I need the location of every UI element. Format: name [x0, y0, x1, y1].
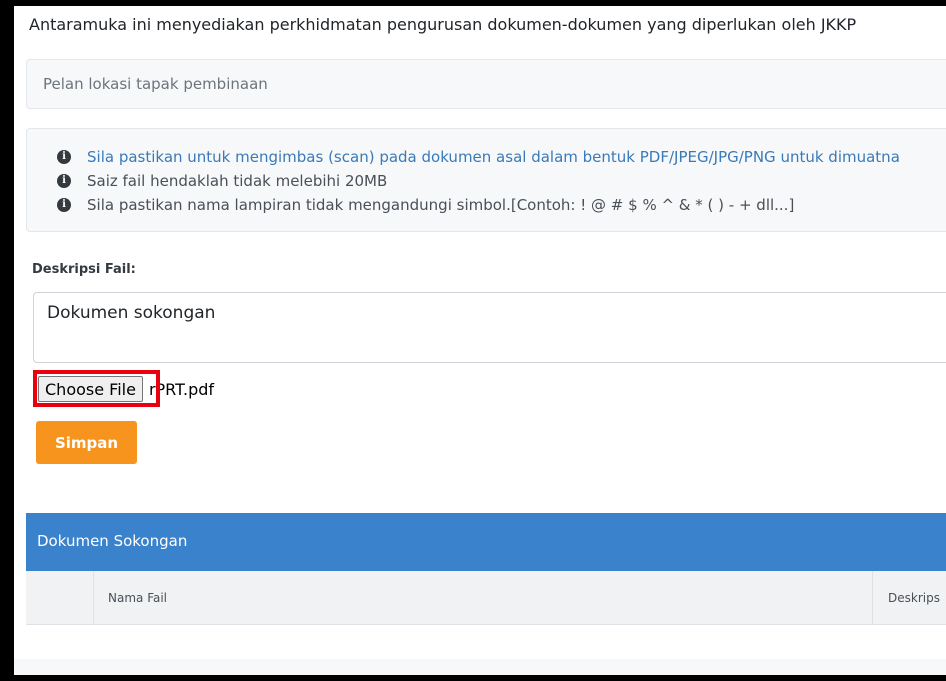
column-divider	[872, 571, 873, 624]
info-circle-icon: i	[57, 198, 71, 212]
info-alert: i Sila pastikan untuk mengimbas (scan) p…	[26, 128, 946, 232]
info-line: i Sila pastikan untuk mengimbas (scan) p…	[57, 148, 900, 166]
selected-file-name: rPRT.pdf	[148, 379, 215, 399]
bottom-strip	[14, 659, 946, 675]
info-circle-icon: i	[57, 174, 71, 188]
column-header-nama-fail[interactable]: Nama Fail	[108, 591, 167, 605]
column-header-deskripsi[interactable]: Deskrips	[888, 591, 940, 605]
info-circle-icon: i	[57, 150, 71, 164]
table-header-row: Nama Fail Deskrips	[26, 571, 946, 625]
intro-text: Antaramuka ini menyediakan perkhidmatan …	[29, 15, 857, 34]
file-input[interactable]: Choose File rPRT.pdf	[38, 376, 214, 402]
info-text: Sila pastikan nama lampiran tidak mengan…	[87, 196, 795, 214]
info-text: Saiz fail hendaklah tidak melebihi 20MB	[87, 172, 388, 190]
document-name: Pelan lokasi tapak pembinaan	[43, 75, 268, 93]
info-line: i Sila pastikan nama lampiran tidak meng…	[57, 196, 794, 214]
info-text: Sila pastikan untuk mengimbas (scan) pad…	[87, 148, 900, 166]
choose-file-button[interactable]: Choose File	[38, 376, 143, 402]
document-name-panel: Pelan lokasi tapak pembinaan	[26, 59, 946, 109]
column-divider	[93, 571, 94, 624]
table-card-header: Dokumen Sokongan	[26, 513, 946, 571]
info-line: i Saiz fail hendaklah tidak melebihi 20M…	[57, 172, 387, 190]
save-button[interactable]: Simpan	[36, 421, 137, 464]
description-label: Deskripsi Fail:	[32, 262, 136, 277]
table-title: Dokumen Sokongan	[37, 532, 188, 550]
page-content: Antaramuka ini menyediakan perkhidmatan …	[14, 6, 946, 675]
description-textarea[interactable]: Dokumen sokongan	[33, 292, 946, 363]
